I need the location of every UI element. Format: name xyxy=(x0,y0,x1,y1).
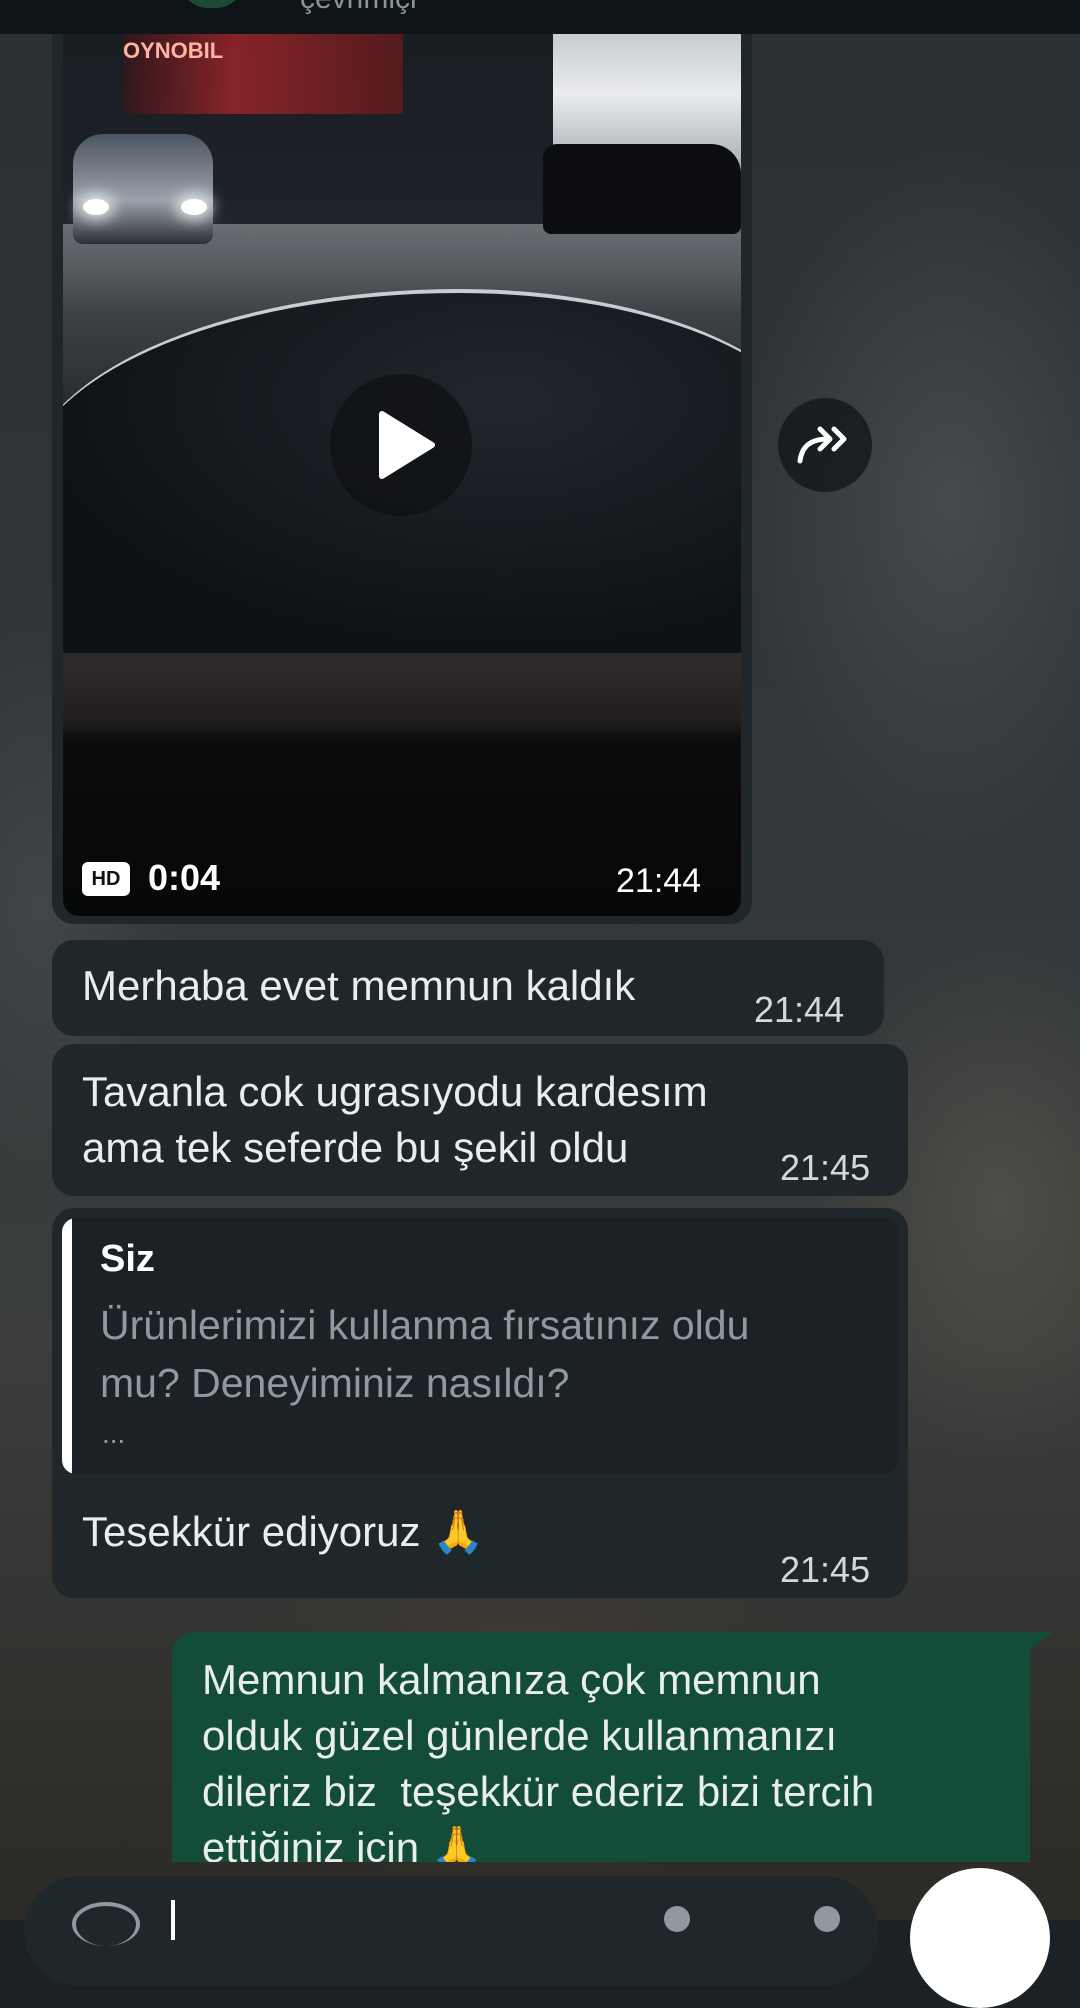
incoming-message[interactable]: Merhaba evet memnun kaldık 21:44 xyxy=(52,940,884,1036)
message-time: 21:45 xyxy=(780,1147,871,1188)
quote-text: Ürünlerimizi kullanma fırsatınız oldu mu… xyxy=(100,1302,750,1406)
video-duration: 0:04 xyxy=(148,857,221,898)
message-text: Tavanla cok ugrasıyodu kardesım ama tek … xyxy=(82,1068,708,1171)
quote-author: Siz xyxy=(100,1238,155,1280)
message-time: 21:44 xyxy=(616,862,702,900)
play-button[interactable] xyxy=(330,374,472,516)
attach-icon[interactable] xyxy=(664,1906,690,1932)
bubble-tail xyxy=(1030,1632,1052,1650)
contact-status: çevrimiçi xyxy=(300,0,417,16)
quoted-reply[interactable]: Siz Ürünlerimizi kullanma fırsatınız old… xyxy=(62,1218,898,1474)
message-time: 21:44 xyxy=(754,989,845,1030)
message-time: 21:45 xyxy=(780,1549,871,1590)
message-text: Tesekkür ediyoruz 🙏 xyxy=(82,1508,485,1555)
forward-icon xyxy=(797,426,847,464)
chat-header[interactable]: çevrimiçi xyxy=(0,0,1080,34)
video-scene-headlight xyxy=(181,199,207,215)
message-composer[interactable] xyxy=(24,1876,878,1986)
incoming-message[interactable]: Tavanla cok ugrasıyodu kardesım ama tek … xyxy=(52,1044,908,1196)
video-scene-car xyxy=(73,134,213,244)
message-text: Merhaba evet memnun kaldık xyxy=(82,962,636,1009)
quote-ellipsis: ... xyxy=(102,1418,126,1449)
quote-bar xyxy=(62,1218,72,1474)
mic-button[interactable] xyxy=(910,1868,1050,2008)
video-scene-van xyxy=(543,144,741,234)
forward-button[interactable] xyxy=(778,398,872,492)
text-cursor xyxy=(171,1900,175,1940)
outgoing-message[interactable]: Memnun kalmanıza çok memnun olduk güzel … xyxy=(172,1632,1030,1862)
contact-avatar[interactable] xyxy=(180,0,244,8)
hd-badge: HD xyxy=(82,862,130,896)
video-scene-sign-text: OYNOBIL xyxy=(123,38,224,63)
camera-icon[interactable] xyxy=(814,1906,840,1932)
emoji-icon[interactable] xyxy=(72,1902,140,1946)
play-icon xyxy=(379,411,435,479)
message-text: Memnun kalmanıza çok memnun olduk güzel … xyxy=(202,1656,875,1862)
video-scene-headlight xyxy=(83,199,109,215)
